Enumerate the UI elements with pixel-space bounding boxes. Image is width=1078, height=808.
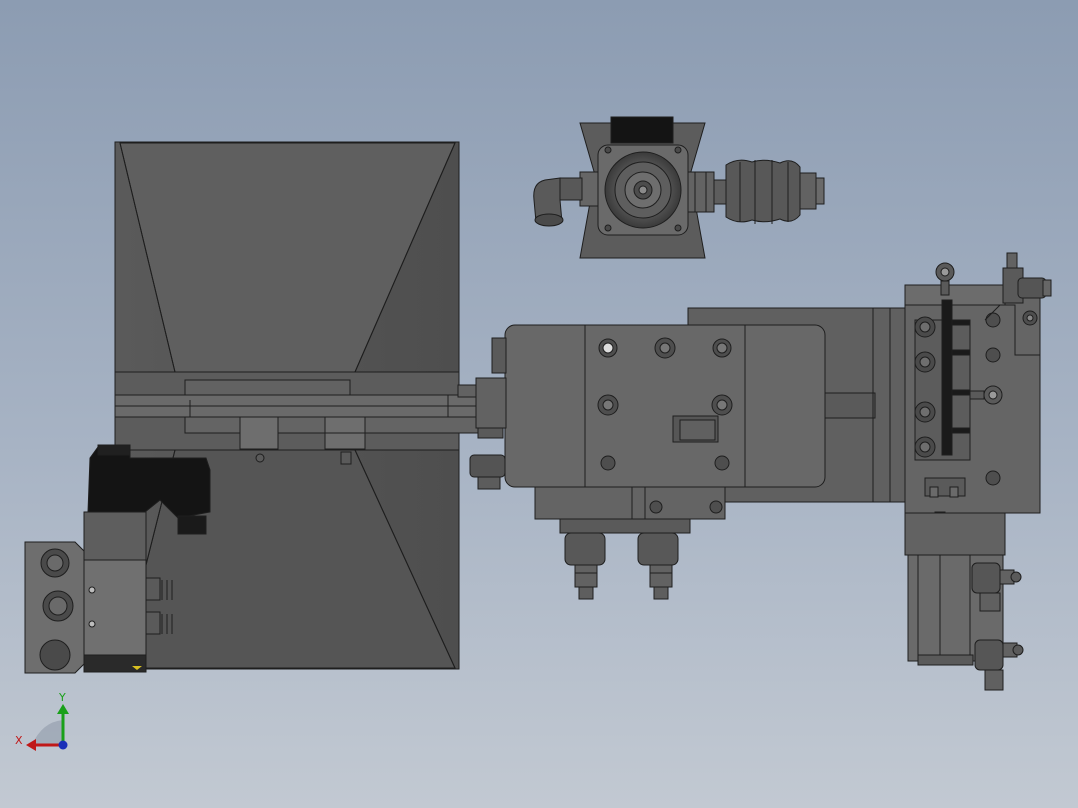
coil-connector [87, 446, 211, 519]
right-manifold [904, 252, 1052, 691]
hopper-assembly [114, 141, 506, 670]
cad-viewport[interactable]: Y X [0, 0, 1078, 808]
inline-valve-assembly [533, 116, 825, 259]
triad-x-label: X [15, 734, 23, 747]
orientation-triad-icon[interactable]: Y X [15, 691, 69, 751]
triad-y-label: Y [58, 691, 66, 704]
slide-block-left [239, 416, 279, 450]
top-block [610, 116, 674, 144]
bottom-bracket [534, 486, 726, 520]
muffler [725, 159, 801, 223]
cad-drawing: Y X [15, 116, 1052, 751]
black-strip [941, 299, 953, 456]
slide-rail-upper [184, 379, 351, 396]
central-cylinder [457, 307, 907, 600]
